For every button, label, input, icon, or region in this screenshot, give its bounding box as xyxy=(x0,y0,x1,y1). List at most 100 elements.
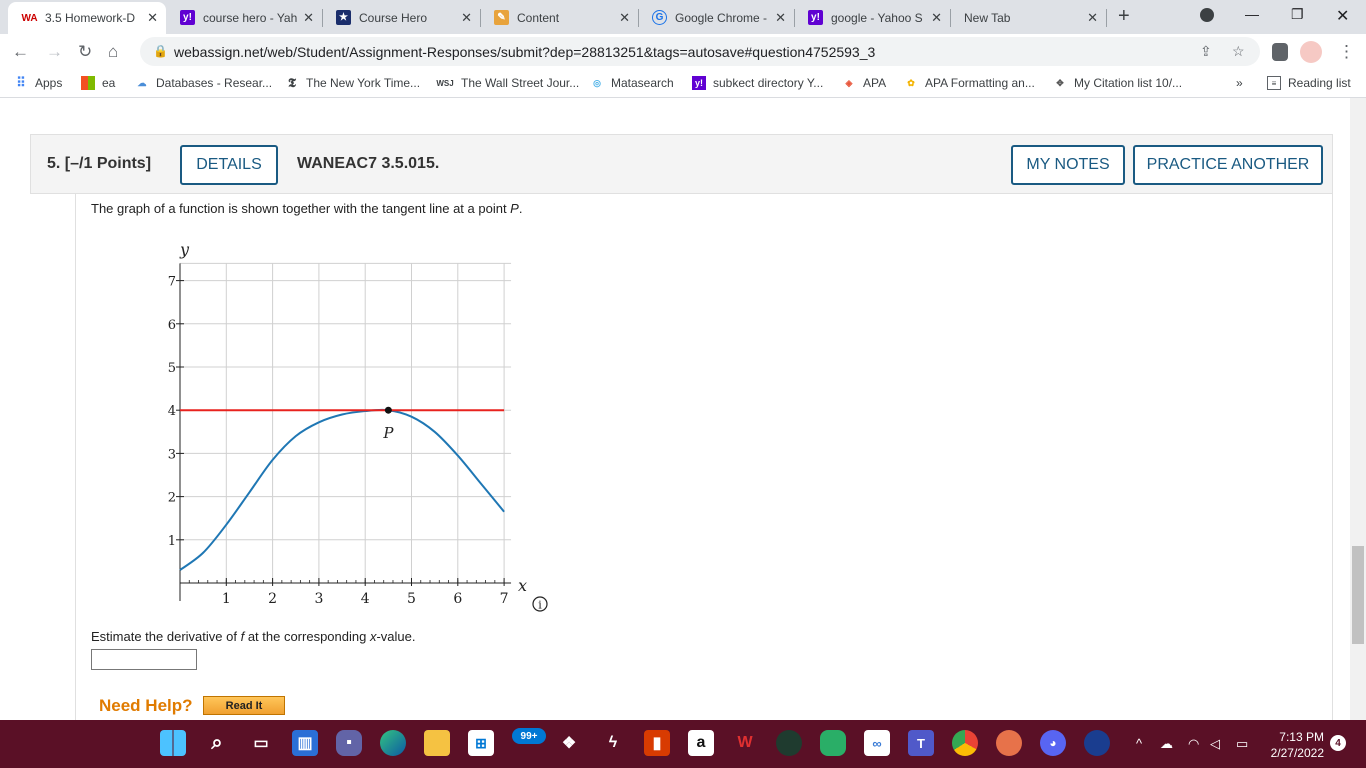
bookmark-matasearch[interactable]: ◎ Matasearch xyxy=(590,76,674,90)
teams-chat-icon[interactable]: ▪ xyxy=(336,730,362,756)
point-p xyxy=(384,406,392,414)
chrome-icon[interactable] xyxy=(952,730,978,756)
course-hero-icon: ★ xyxy=(336,10,351,25)
file-explorer-icon[interactable] xyxy=(424,730,450,756)
windows-icon[interactable] xyxy=(160,730,186,756)
vpn-icon[interactable] xyxy=(1084,730,1110,756)
widgets-icon[interactable]: ▥ xyxy=(292,730,318,756)
function-curve xyxy=(179,408,505,571)
close-icon[interactable]: ✕ xyxy=(147,10,158,26)
bookmark-ea[interactable]: ea xyxy=(81,76,115,90)
share-icon[interactable]: ⇪ xyxy=(1200,43,1212,60)
x-tick-label: 2 xyxy=(268,591,277,607)
tab-bar: WA 3.5 Homework-D ✕ y! course hero - Yah… xyxy=(0,0,1366,34)
close-icon[interactable]: ✕ xyxy=(619,10,630,26)
info-icon[interactable]: i xyxy=(532,596,548,612)
edge-icon[interactable] xyxy=(380,730,406,756)
minimize-button[interactable]: — xyxy=(1245,6,1259,22)
avatar[interactable] xyxy=(1300,41,1322,63)
dropbox-icon[interactable]: ❖ xyxy=(556,730,582,756)
back-icon[interactable]: ← xyxy=(12,42,29,62)
apa-formatting-icon: ✿ xyxy=(907,77,915,88)
app-icon[interactable]: ∞ xyxy=(864,730,890,756)
close-icon[interactable]: ✕ xyxy=(931,10,942,26)
notification-badge[interactable]: 4 xyxy=(1330,735,1346,751)
content-icon: ✎ xyxy=(494,10,509,25)
clock[interactable]: 7:13 PM 2/27/2022 xyxy=(1262,729,1324,761)
address-bar[interactable]: 🔒 webassign.net/web/Student/Assignment-R… xyxy=(140,37,1260,66)
bookmark-apa[interactable]: ◈ APA xyxy=(842,76,887,90)
bookmark-apa-formatting[interactable]: ✿ APA Formatting an... xyxy=(904,76,1035,90)
reload-icon[interactable]: ↻ xyxy=(78,42,92,62)
x-tick-label: 1 xyxy=(222,591,231,607)
task-view-icon[interactable]: ▭ xyxy=(248,730,274,756)
webassign-icon: WA xyxy=(21,12,38,24)
menu-icon[interactable]: ⋮ xyxy=(1338,42,1355,62)
tab-yahoo-coursehero[interactable]: y! course hero - Yah ✕ xyxy=(166,4,322,31)
home-icon[interactable]: ⌂ xyxy=(108,42,118,62)
wifi-icon[interactable]: ◠ xyxy=(1188,736,1199,752)
yahoo-icon: y! xyxy=(692,76,706,90)
close-icon[interactable]: ✕ xyxy=(303,10,314,26)
volume-icon[interactable]: ◁ xyxy=(1210,736,1220,752)
bookmark-wsj[interactable]: WSJ The Wall Street Jour... xyxy=(436,76,579,90)
tab-new-tab[interactable]: New Tab ✕ xyxy=(950,4,1106,31)
read-it-button[interactable]: Read It xyxy=(203,696,285,715)
tab-webassign[interactable]: WA 3.5 Homework-D ✕ xyxy=(8,2,166,34)
bookmark-nyt[interactable]: 𝕿 The New York Time... xyxy=(285,75,420,91)
bookmark-star-icon[interactable]: ☆ xyxy=(1232,43,1245,60)
my-notes-button[interactable]: MY NOTES xyxy=(1011,145,1125,185)
new-tab-button[interactable]: + xyxy=(1118,5,1130,28)
teams-icon[interactable]: T xyxy=(908,730,934,756)
battery-icon[interactable]: ▭ xyxy=(1236,736,1248,752)
tab-course-hero[interactable]: ★ Course Hero ✕ xyxy=(322,4,480,31)
tray-chevron-icon[interactable]: ^ xyxy=(1136,736,1142,751)
wps-icon[interactable]: W xyxy=(732,730,758,756)
practice-another-button[interactable]: PRACTICE ANOTHER xyxy=(1133,145,1323,185)
tab-content[interactable]: ✎ Content ✕ xyxy=(480,4,638,31)
yahoo-icon: y! xyxy=(808,10,823,25)
wechat-icon[interactable] xyxy=(820,730,846,756)
scrollbar-thumb[interactable] xyxy=(1352,546,1364,644)
forward-icon[interactable]: → xyxy=(46,42,63,62)
close-window-button[interactable]: ✕ xyxy=(1336,6,1349,26)
bookmark-apps[interactable]: ⠿ Apps xyxy=(14,75,62,90)
tab-google-chrome[interactable]: G Google Chrome - ✕ xyxy=(638,4,794,31)
bolt-icon[interactable]: ϟ xyxy=(600,730,626,756)
bookmark-databases[interactable]: ☁ Databases - Resear... xyxy=(135,76,273,90)
office-icon[interactable]: ▮ xyxy=(644,730,670,756)
answer-input[interactable] xyxy=(91,649,197,670)
edge-dev-icon[interactable] xyxy=(776,730,802,756)
y-tick-label: 5 xyxy=(168,361,176,376)
x-tick-label: 6 xyxy=(453,591,462,607)
clock-date: 2/27/2022 xyxy=(1270,746,1324,760)
question-number: 5. [–/1 Points] xyxy=(47,155,152,172)
onedrive-icon[interactable]: ☁ xyxy=(1160,736,1173,752)
nyt-icon: 𝕿 xyxy=(288,75,296,91)
more-bookmarks-label: » xyxy=(1236,76,1243,90)
app2-icon[interactable] xyxy=(996,730,1022,756)
tab-yahoo-google[interactable]: y! google - Yahoo S ✕ xyxy=(794,4,950,31)
store-icon[interactable]: ⊞ xyxy=(468,730,494,756)
reading-list-button[interactable]: ≡ Reading list xyxy=(1267,76,1351,90)
close-icon[interactable]: ✕ xyxy=(1087,10,1098,26)
restore-button[interactable]: ❐ xyxy=(1291,6,1304,23)
y-tick-label: 7 xyxy=(168,275,176,290)
matasearch-icon: ◎ xyxy=(593,77,601,88)
tab-separator xyxy=(1106,9,1107,27)
search-icon[interactable]: ⌕ xyxy=(204,730,230,756)
yahoo-icon: y! xyxy=(180,10,195,25)
tab-search-icon[interactable] xyxy=(1200,8,1214,22)
bookmark-citation[interactable]: ✥ My Citation list 10/... xyxy=(1053,76,1182,90)
tab-title: Content xyxy=(517,10,560,25)
discord-icon[interactable]: ◕ xyxy=(1040,730,1066,756)
x-tick-label: 3 xyxy=(314,591,323,607)
close-icon[interactable]: ✕ xyxy=(461,10,472,26)
more-bookmarks-button[interactable]: » xyxy=(1236,76,1243,90)
tab-title: google - Yahoo S xyxy=(831,10,923,25)
details-button[interactable]: DETAILS xyxy=(180,145,278,185)
bookmark-subject-directory[interactable]: y! subkect directory Y... xyxy=(692,76,823,90)
amazon-icon[interactable]: a xyxy=(688,730,714,756)
close-icon[interactable]: ✕ xyxy=(775,10,786,26)
extension-icon[interactable] xyxy=(1272,43,1288,61)
